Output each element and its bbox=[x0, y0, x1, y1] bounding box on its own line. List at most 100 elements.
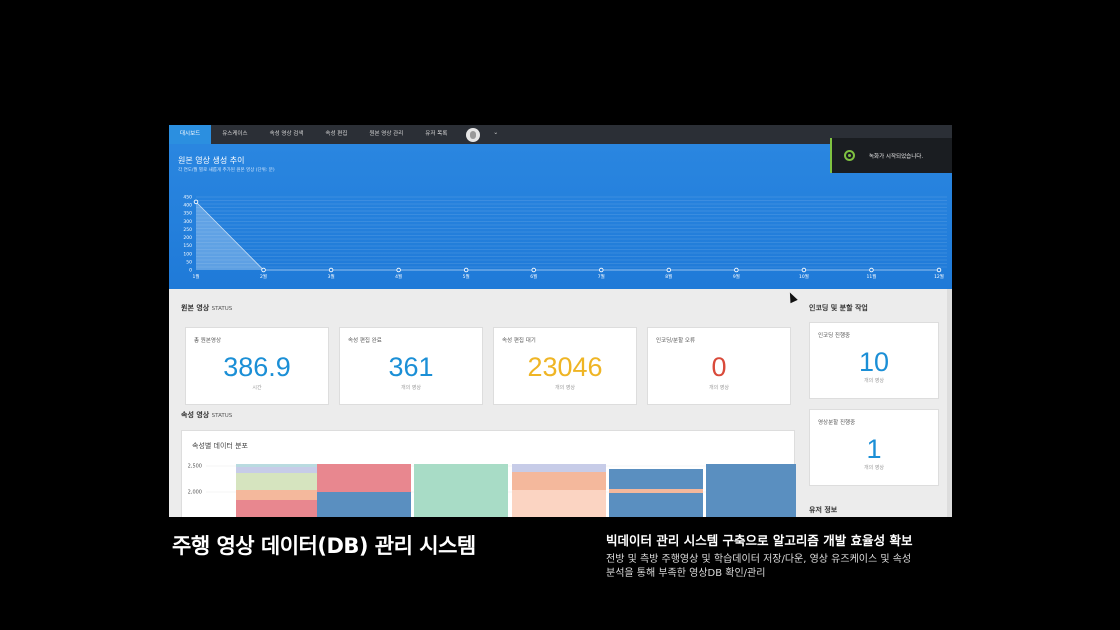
caption-desc-line-1: 전방 및 측방 주행영상 및 학습데이터 저장/다운, 영상 유즈케이스 및 속… bbox=[606, 554, 912, 565]
stat-unit: 개의 영상 bbox=[864, 378, 884, 384]
recording-icon bbox=[844, 150, 855, 161]
status-section-title: 원본 영상 STATUS bbox=[181, 303, 232, 313]
x-tick-label: 8월 bbox=[665, 273, 672, 280]
caption-description: 전방 및 측방 주행영상 및 학습데이터 저장/다운, 영상 유즈케이스 및 속… bbox=[606, 553, 956, 581]
stat-label: 속성 편집 완료 bbox=[348, 338, 382, 344]
stat-label: 영상분할 진행중 bbox=[818, 420, 856, 426]
stat-label: 속성 편집 대기 bbox=[502, 338, 536, 344]
bar-segment bbox=[236, 464, 330, 467]
nav-item-dashboard[interactable]: 대시보드 bbox=[169, 125, 212, 144]
data-point bbox=[801, 267, 807, 273]
y-tick-label: 50 bbox=[186, 259, 192, 265]
nav-item-user-list[interactable]: 유저 목록 bbox=[414, 125, 458, 144]
stat-card-edit-pending: 속성 편집 대기 23046 개의 영상 bbox=[493, 327, 637, 405]
bar-segment bbox=[236, 473, 330, 490]
data-point bbox=[193, 199, 199, 205]
bar-segment bbox=[609, 469, 703, 489]
data-point bbox=[869, 267, 874, 273]
data-point bbox=[531, 267, 536, 273]
y-tick-label: 250 bbox=[183, 227, 192, 233]
stat-card-splitting: 영상분할 진행중 1 개의 영상 bbox=[809, 409, 939, 486]
stat-label: 인코딩/분할 오류 bbox=[656, 338, 696, 344]
x-tick-label: 10월 bbox=[799, 273, 809, 280]
nav-item-attr-search[interactable]: 속성 영상 검색 bbox=[259, 125, 315, 144]
attr-title: 속성 영상 bbox=[181, 411, 210, 419]
y-tick-label: 150 bbox=[183, 243, 192, 249]
y-tick-label: 0 bbox=[189, 268, 192, 274]
x-tick-label: 5월 bbox=[463, 273, 470, 280]
bar-segment bbox=[236, 490, 330, 500]
dashboard-app: 대시보드 유스케이스 속성 영상 검색 속성 편집 원본 영상 관리 유저 목록… bbox=[169, 125, 952, 517]
y-tick-label: 450 bbox=[183, 195, 192, 201]
nav-item-usecase[interactable]: 유스케이스 bbox=[211, 125, 258, 144]
bar-segment bbox=[706, 464, 796, 517]
hero-subtitle: 각 연도/월 별로 새롭게 추가된 원본 영상 (단위: 분) bbox=[178, 168, 275, 173]
stat-card-encoding: 인코딩 진행중 10 개의 영상 bbox=[809, 322, 939, 399]
stat-card-edit-done: 속성 편집 완료 361 개의 영상 bbox=[339, 327, 483, 405]
side-section-title: 인코딩 및 분할 작업 bbox=[809, 304, 868, 312]
bar-segment bbox=[512, 464, 606, 472]
stat-unit: 개의 영상 bbox=[555, 385, 575, 391]
stat-value: 361 bbox=[388, 352, 434, 382]
stat-label: 인코딩 진행중 bbox=[818, 333, 851, 339]
stat-value: 1 bbox=[866, 434, 882, 464]
stat-unit: 개의 영상 bbox=[864, 465, 884, 471]
stat-unit: 개의 영상 bbox=[401, 385, 421, 391]
data-point bbox=[328, 267, 334, 273]
nav-item-attr-edit[interactable]: 속성 편집 bbox=[314, 125, 358, 144]
stat-card-encode-error: 인코딩/분할 오류 0 개의 영상 bbox=[647, 327, 791, 405]
stat-value: 386.9 bbox=[223, 352, 291, 382]
x-tick-label: 6월 bbox=[530, 273, 537, 280]
page-scrollbar[interactable] bbox=[947, 289, 952, 517]
stat-value: 0 bbox=[711, 352, 727, 382]
bar-segment bbox=[236, 500, 330, 517]
toast-text: 녹화가 시작되었습니다. bbox=[869, 153, 924, 160]
user-avatar-icon[interactable] bbox=[466, 127, 481, 142]
x-tick-label: 11월 bbox=[867, 273, 877, 280]
bar-segment bbox=[609, 489, 703, 493]
y-tick-label: 300 bbox=[183, 219, 192, 225]
bar-segment bbox=[414, 464, 508, 517]
hero-title: 원본 영상 생성 추이 bbox=[178, 156, 245, 165]
recording-toast: 녹화가 시작되었습니다. bbox=[830, 138, 952, 173]
bar-segment bbox=[317, 464, 411, 492]
status-title-suffix: STATUS bbox=[211, 306, 233, 312]
caption-main: 주행 영상 데이터(DB) 관리 시스템 bbox=[172, 534, 476, 558]
y-tick-label: 100 bbox=[183, 251, 192, 257]
x-tick-label: 4월 bbox=[395, 273, 402, 280]
bar-segment bbox=[236, 467, 330, 473]
x-tick-label: 2월 bbox=[260, 273, 267, 280]
status-title: 원본 영상 bbox=[181, 304, 210, 312]
y-tick-label: 350 bbox=[183, 211, 192, 217]
data-point bbox=[599, 267, 604, 273]
nav-item-source-video[interactable]: 원본 영상 관리 bbox=[358, 125, 414, 144]
user-info-title: 유저 정보 bbox=[809, 506, 838, 514]
x-tick-label: 9월 bbox=[733, 273, 740, 280]
stat-unit: 시간 bbox=[252, 385, 262, 391]
attr-title-suffix: STATUS bbox=[211, 413, 233, 419]
attr-distribution-chart: 2,500 2,000 bbox=[188, 464, 796, 517]
stat-value: 23046 bbox=[527, 352, 603, 382]
y-tick-label: 200 bbox=[183, 235, 192, 241]
x-tick-label: 7월 bbox=[598, 273, 605, 280]
stat-unit: 개의 영상 bbox=[709, 385, 729, 391]
attr-section-title: 속성 영상 STATUS bbox=[181, 410, 232, 420]
data-point bbox=[666, 267, 672, 273]
caption-headline: 빅데이터 관리 시스템 구축으로 알고리즘 개발 효율성 확보 bbox=[606, 533, 913, 548]
data-point bbox=[463, 267, 469, 273]
bar-segment bbox=[317, 492, 411, 517]
data-point bbox=[261, 267, 266, 273]
chevron-down-icon[interactable]: ⌄ bbox=[493, 129, 498, 136]
x-tick-label: 1월 bbox=[192, 273, 199, 280]
bar-segment bbox=[609, 493, 703, 517]
y-tick-label: 2,500 bbox=[188, 464, 202, 470]
caption-desc-line-2: 분석을 통해 부족한 영상DB 확인/관리 bbox=[606, 568, 766, 579]
attr-distribution-panel: 2,500 2,000 속성별 데이터 분포 bbox=[181, 430, 796, 517]
panel-title: 속성별 데이터 분포 bbox=[192, 442, 248, 450]
bar-segment bbox=[512, 490, 606, 517]
x-tick-label: 12월 bbox=[934, 273, 944, 280]
stat-label: 총 원본영상 bbox=[194, 338, 222, 344]
y-tick-label: 400 bbox=[183, 203, 192, 209]
data-point bbox=[936, 267, 942, 273]
y-tick-label: 2,000 bbox=[188, 490, 202, 496]
